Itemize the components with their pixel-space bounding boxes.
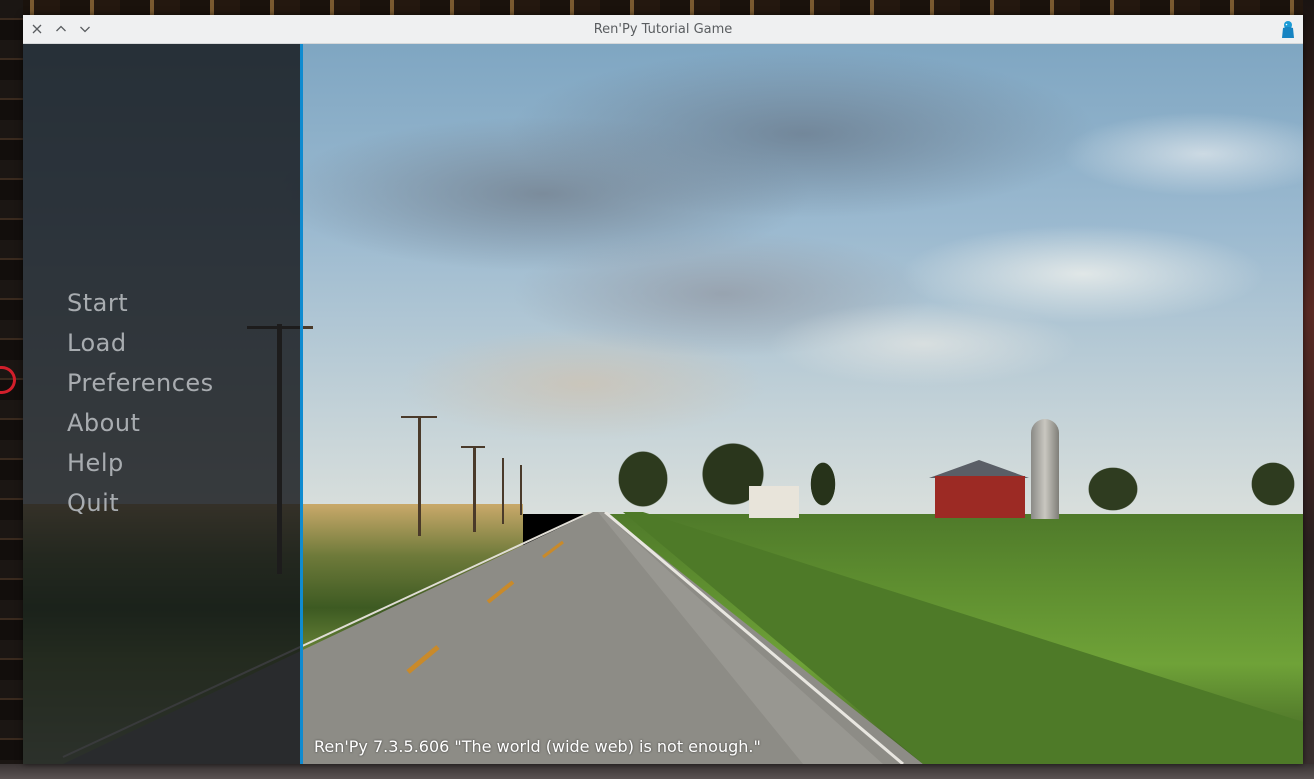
- desktop-background-right: [1303, 0, 1314, 779]
- menu-start-button[interactable]: Start: [67, 285, 214, 325]
- main-menu-accent-line: [300, 44, 303, 764]
- menu-load-button[interactable]: Load: [67, 325, 214, 365]
- renpy-app-icon: [1279, 20, 1297, 39]
- title-bar[interactable]: Ren'Py Tutorial Game: [23, 15, 1303, 44]
- background-power-pole: [502, 458, 504, 524]
- background-power-pole: [473, 446, 476, 532]
- background-pole-crossarm: [461, 446, 485, 448]
- menu-preferences-button[interactable]: Preferences: [67, 365, 214, 405]
- game-window: Ren'Py Tutorial Game Start Load Preferen…: [23, 15, 1303, 764]
- menu-about-button[interactable]: About: [67, 405, 214, 445]
- desktop-background-top: [0, 0, 1314, 15]
- background-power-pole: [520, 465, 522, 515]
- menu-help-button[interactable]: Help: [67, 445, 214, 485]
- main-menu: Start Load Preferences About Help Quit: [67, 285, 214, 525]
- background-power-pole: [418, 416, 421, 536]
- background-silo: [1031, 419, 1059, 519]
- game-screen: Start Load Preferences About Help Quit R…: [23, 44, 1303, 764]
- desktop-background-bottom: [0, 764, 1314, 779]
- window-title: Ren'Py Tutorial Game: [593, 22, 733, 37]
- menu-quit-button[interactable]: Quit: [67, 485, 214, 525]
- version-text: Ren'Py 7.3.5.606 "The world (wide web) i…: [314, 737, 761, 756]
- background-pole-crossarm: [401, 416, 437, 418]
